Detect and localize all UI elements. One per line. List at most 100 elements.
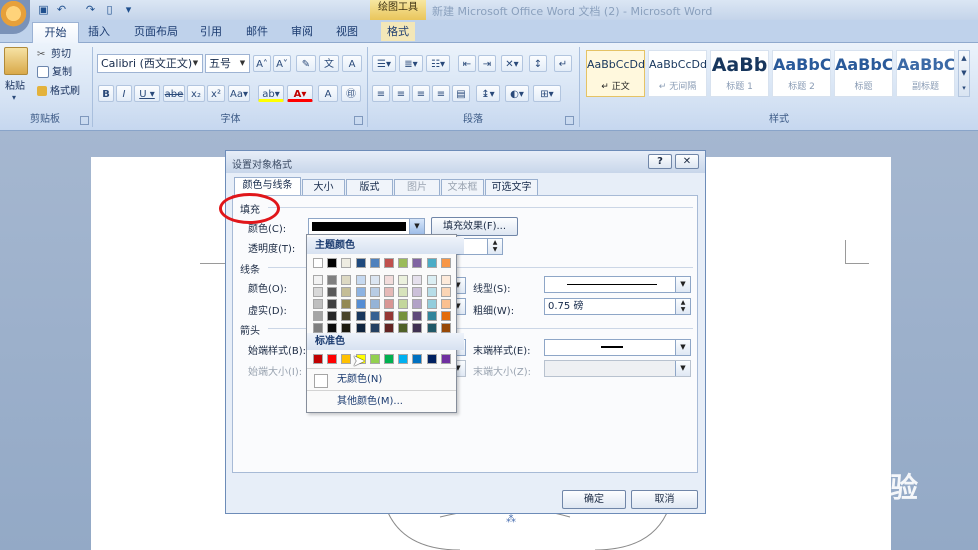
font-color-icon[interactable]: A▾ bbox=[287, 85, 313, 102]
style-title[interactable]: AaBbC 标题 bbox=[834, 50, 893, 97]
font-name-combo[interactable]: Calibri (西文正文) ▼ bbox=[97, 54, 203, 73]
underline-icon[interactable]: U ▾ bbox=[134, 85, 160, 102]
tab-picture[interactable]: 图片 bbox=[394, 179, 440, 195]
theme-color-swatch[interactable] bbox=[327, 258, 338, 268]
new-document-icon[interactable]: ▯ bbox=[103, 3, 116, 16]
clear-formatting-icon[interactable]: ✎ bbox=[296, 55, 316, 72]
undo-icon[interactable]: ↶ bbox=[55, 3, 68, 16]
show-marks-icon[interactable]: ↵ bbox=[554, 55, 572, 72]
theme-tint-swatch[interactable] bbox=[327, 287, 338, 297]
grow-font-icon[interactable]: A˄ bbox=[253, 55, 271, 72]
theme-color-swatch[interactable] bbox=[384, 258, 394, 268]
character-shading-icon[interactable]: A bbox=[318, 85, 338, 102]
theme-tint-swatch[interactable] bbox=[440, 299, 451, 309]
align-center-icon[interactable]: ≡ bbox=[392, 85, 410, 102]
theme-tint-swatch[interactable] bbox=[313, 323, 323, 333]
cut-button[interactable]: ✂ 剪切 bbox=[37, 46, 71, 63]
shape-handle-icon[interactable]: ⁂ bbox=[506, 514, 516, 525]
shading-icon[interactable]: ◐▾ bbox=[505, 85, 529, 102]
theme-tint-swatch[interactable] bbox=[341, 275, 352, 285]
end-size-dropdown[interactable]: ▼ bbox=[544, 360, 691, 377]
align-right-icon[interactable]: ≡ bbox=[412, 85, 430, 102]
phonetic-guide-icon[interactable]: 文 bbox=[319, 55, 339, 72]
theme-tint-swatch[interactable] bbox=[327, 299, 338, 309]
shrink-font-icon[interactable]: A˅ bbox=[273, 55, 291, 72]
tab-mailings[interactable]: 邮件 bbox=[240, 22, 274, 41]
theme-tint-swatch[interactable] bbox=[412, 287, 423, 297]
theme-color-swatch[interactable] bbox=[313, 258, 323, 268]
theme-tint-swatch[interactable] bbox=[355, 311, 366, 321]
theme-tint-swatch[interactable] bbox=[384, 323, 394, 333]
theme-tint-swatch[interactable] bbox=[440, 287, 451, 297]
no-color-item[interactable]: 无颜色(N) bbox=[307, 370, 456, 390]
theme-color-swatch[interactable] bbox=[426, 258, 437, 268]
paste-dropdown-icon[interactable]: ▾ bbox=[12, 93, 16, 102]
align-left-icon[interactable]: ≡ bbox=[372, 85, 390, 102]
end-style-dropdown[interactable]: ▼ bbox=[544, 339, 691, 356]
style-heading-1[interactable]: AaBb 标题 1 bbox=[710, 50, 769, 97]
theme-tint-swatch[interactable] bbox=[384, 299, 394, 309]
theme-tint-swatch[interactable] bbox=[426, 275, 437, 285]
tab-size[interactable]: 大小 bbox=[302, 179, 345, 195]
standard-color-swatch[interactable] bbox=[412, 354, 423, 364]
character-border-icon[interactable]: A bbox=[342, 55, 362, 72]
weight-field[interactable]: 0.75 磅 ▲ ▼ bbox=[544, 298, 691, 315]
theme-tint-swatch[interactable] bbox=[426, 323, 437, 333]
tab-home[interactable]: 开始 bbox=[32, 22, 79, 43]
theme-tint-swatch[interactable] bbox=[327, 311, 338, 321]
tab-format[interactable]: 格式 bbox=[381, 22, 415, 41]
theme-tint-swatch[interactable] bbox=[398, 323, 409, 333]
standard-color-swatch[interactable] bbox=[426, 354, 437, 364]
theme-color-swatch[interactable] bbox=[355, 258, 366, 268]
theme-tint-swatch[interactable] bbox=[440, 323, 451, 333]
theme-tint-swatch[interactable] bbox=[327, 323, 338, 333]
more-colors-item[interactable]: 其他颜色(M)... bbox=[337, 392, 403, 412]
theme-tint-swatch[interactable] bbox=[369, 323, 380, 333]
style-no-spacing[interactable]: AaBbCcDd ↵ 无间隔 bbox=[648, 50, 707, 97]
theme-color-swatch[interactable] bbox=[412, 258, 423, 268]
theme-tint-swatch[interactable] bbox=[327, 275, 338, 285]
standard-color-swatch[interactable] bbox=[313, 354, 323, 364]
italic-icon[interactable]: I bbox=[116, 85, 132, 102]
tab-alt-text[interactable]: 可选文字 bbox=[485, 179, 538, 195]
format-painter-button[interactable]: 格式刷 bbox=[37, 83, 80, 100]
theme-tint-swatch[interactable] bbox=[313, 311, 323, 321]
theme-color-swatch[interactable] bbox=[398, 258, 409, 268]
line-spacing-icon[interactable]: ↨▾ bbox=[476, 85, 500, 102]
paragraph-launcher-icon[interactable] bbox=[565, 116, 574, 125]
theme-tint-swatch[interactable] bbox=[341, 287, 352, 297]
theme-color-swatch[interactable] bbox=[440, 258, 451, 268]
cancel-button[interactable]: 取消 bbox=[631, 490, 698, 509]
subscript-icon[interactable]: x₂ bbox=[187, 85, 205, 102]
theme-tint-swatch[interactable] bbox=[384, 311, 394, 321]
style-heading-2[interactable]: AaBbC 标题 2 bbox=[772, 50, 831, 97]
standard-color-swatch[interactable] bbox=[327, 354, 338, 364]
theme-tint-swatch[interactable] bbox=[341, 299, 352, 309]
theme-tint-swatch[interactable] bbox=[398, 311, 409, 321]
strikethrough-icon[interactable]: abe bbox=[163, 85, 185, 102]
theme-tint-swatch[interactable] bbox=[369, 299, 380, 309]
copy-button[interactable]: 复制 bbox=[37, 64, 72, 81]
tab-insert[interactable]: 插入 bbox=[82, 22, 116, 41]
help-button[interactable]: ? bbox=[648, 154, 672, 169]
save-icon[interactable]: ▣ bbox=[37, 3, 50, 16]
theme-tint-swatch[interactable] bbox=[440, 311, 451, 321]
theme-tint-swatch[interactable] bbox=[412, 311, 423, 321]
theme-tint-swatch[interactable] bbox=[369, 287, 380, 297]
fill-color-dropdown[interactable]: ▼ bbox=[308, 218, 425, 235]
numbering-icon[interactable]: ≣▾ bbox=[399, 55, 423, 72]
theme-tint-swatch[interactable] bbox=[398, 299, 409, 309]
theme-tint-swatch[interactable] bbox=[313, 275, 323, 285]
tab-references[interactable]: 引用 bbox=[194, 22, 228, 41]
font-launcher-icon[interactable] bbox=[354, 116, 363, 125]
theme-tint-swatch[interactable] bbox=[313, 287, 323, 297]
theme-tint-swatch[interactable] bbox=[426, 311, 437, 321]
bullets-icon[interactable]: ☰▾ bbox=[372, 55, 396, 72]
theme-tint-swatch[interactable] bbox=[355, 287, 366, 297]
style-subtitle[interactable]: AaBbC 副标题 bbox=[896, 50, 955, 97]
theme-tint-swatch[interactable] bbox=[412, 323, 423, 333]
redo-icon[interactable]: ↷ bbox=[84, 3, 97, 16]
paste-icon[interactable] bbox=[4, 47, 28, 75]
borders-icon[interactable]: ⊞▾ bbox=[533, 85, 561, 102]
theme-color-swatch[interactable] bbox=[369, 258, 380, 268]
